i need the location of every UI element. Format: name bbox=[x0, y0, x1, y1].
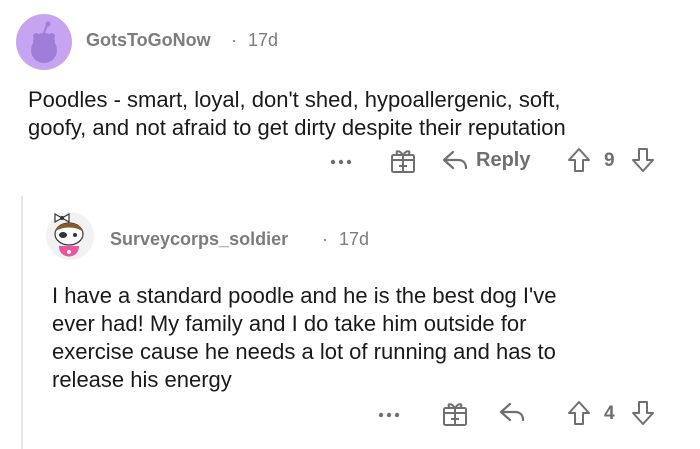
reply-label: Reply bbox=[476, 148, 531, 171]
downvote-arrow-icon bbox=[632, 401, 654, 425]
snoo-avatar-icon bbox=[16, 14, 72, 70]
ellipsis-icon bbox=[378, 412, 400, 418]
vote-score: 9 bbox=[604, 150, 615, 171]
comment-timestamp: 17d bbox=[339, 229, 370, 249]
comment-username[interactable]: Surveycorps_soldier bbox=[110, 229, 288, 250]
comment-body: Poodles - smart, loyal, don't shed, hypo… bbox=[28, 86, 566, 142]
upvote-button[interactable] bbox=[566, 399, 592, 427]
reply-button[interactable]: Reply bbox=[440, 146, 530, 174]
reply-arrow-icon bbox=[442, 150, 468, 170]
upvote-arrow-icon bbox=[568, 148, 590, 172]
gift-box-icon bbox=[391, 150, 415, 173]
comment-body-line: ever had! My family and I do take him ou… bbox=[52, 311, 527, 336]
comment-body-line: exercise cause he needs a lot of running… bbox=[52, 339, 556, 364]
vote-score: 4 bbox=[604, 403, 615, 424]
more-options-button[interactable] bbox=[376, 403, 402, 423]
comment-timestamp: 17d bbox=[248, 30, 279, 50]
downvote-button[interactable] bbox=[630, 399, 656, 427]
snoo-avatar-icon bbox=[46, 212, 94, 260]
comment-username[interactable]: GotsToGoNow bbox=[86, 30, 211, 51]
downvote-arrow-icon bbox=[632, 148, 654, 172]
comment-body-line: goofy, and not afraid to get dirty despi… bbox=[28, 115, 566, 140]
downvote-button[interactable] bbox=[630, 146, 656, 174]
avatar[interactable] bbox=[16, 14, 72, 70]
comment-body: I have a standard poodle and he is the b… bbox=[52, 282, 556, 394]
thread-line[interactable] bbox=[21, 196, 23, 449]
award-button[interactable] bbox=[389, 148, 417, 174]
more-options-button[interactable] bbox=[328, 150, 354, 170]
reply-button[interactable] bbox=[497, 400, 527, 426]
meta-separator: · bbox=[322, 229, 328, 249]
reply-arrow-icon bbox=[499, 402, 525, 422]
upvote-arrow-icon bbox=[568, 401, 590, 425]
avatar[interactable] bbox=[45, 206, 95, 262]
award-button[interactable] bbox=[441, 401, 469, 427]
meta-separator: · bbox=[231, 30, 237, 50]
ellipsis-icon bbox=[330, 159, 352, 165]
gift-box-icon bbox=[443, 403, 467, 426]
comment-body-line: release his energy bbox=[52, 367, 232, 392]
comment-body-line: I have a standard poodle and he is the b… bbox=[52, 283, 557, 308]
comment-body-line: Poodles - smart, loyal, don't shed, hypo… bbox=[28, 87, 561, 112]
upvote-button[interactable] bbox=[566, 146, 592, 174]
